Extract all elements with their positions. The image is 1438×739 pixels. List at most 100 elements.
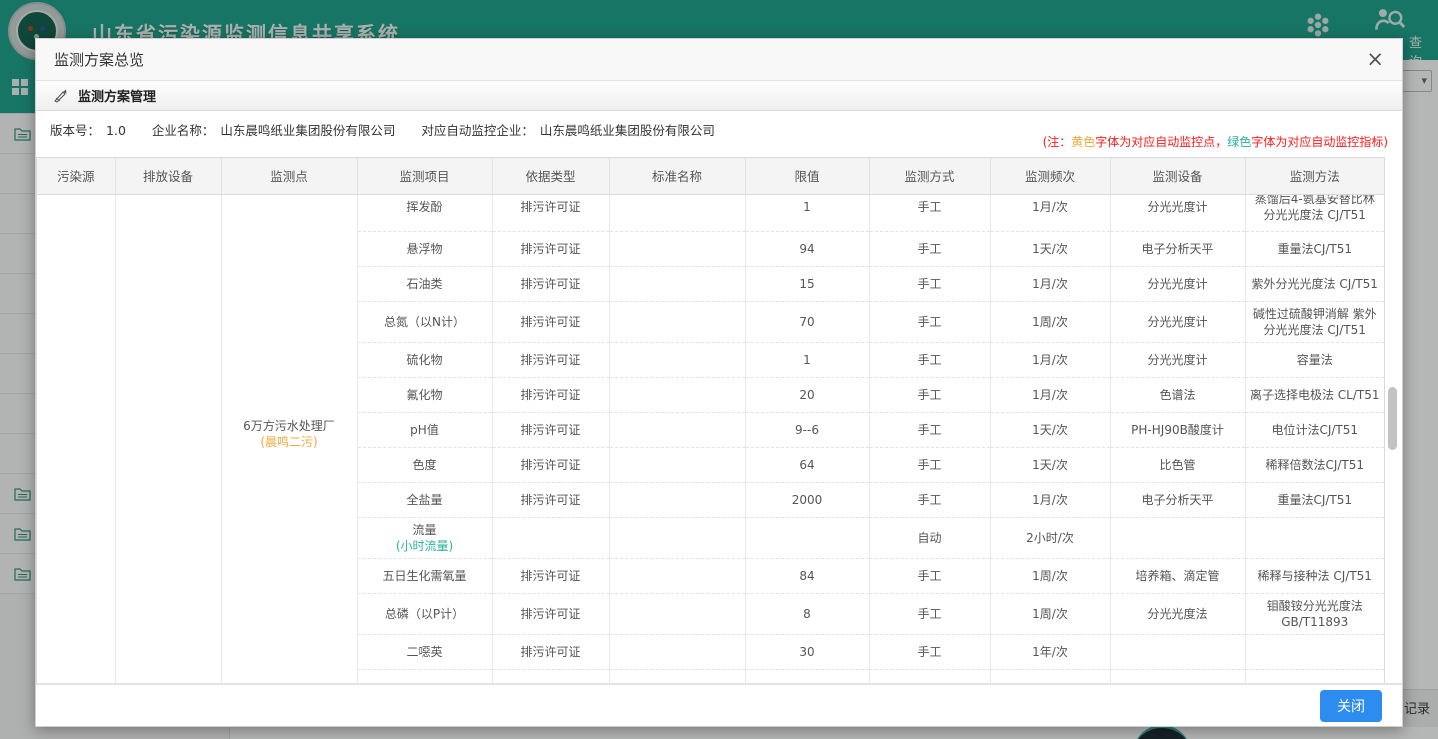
cell-pollution-source [37, 195, 115, 684]
column-header: 监测方法 [1245, 158, 1384, 194]
cell-basis: 排污许可证 [492, 413, 609, 448]
note-suffix: 字体为对应自动监控指标) [1251, 135, 1388, 149]
cell-frequency: 1月/次 [990, 343, 1110, 378]
cell-frequency: 1月/次 [990, 483, 1110, 518]
cell-limit: 70 [745, 302, 869, 343]
cell-empty [869, 670, 990, 684]
cell-standard [609, 267, 745, 302]
column-header: 依据类型 [492, 158, 609, 194]
cell-standard [609, 594, 745, 635]
info-bar: 版本号：1.0 企业名称：山东晨鸣纸业集团股份有限公司 对应自动监控企业：山东晨… [36, 111, 1402, 157]
cell-item: 色度 [357, 448, 492, 483]
cell-item: 挥发酚 [357, 195, 492, 232]
cell-device: 电子分析天平 [1110, 232, 1245, 267]
auto-company-label: 对应自动监控企业： [421, 123, 534, 138]
cell-limit: 8 [745, 594, 869, 635]
cell-item: 二噁英 [357, 635, 492, 670]
cell-standard [609, 413, 745, 448]
cell-frequency: 1月/次 [990, 378, 1110, 413]
cell-empty [357, 670, 492, 684]
cell-item: 氟化物 [357, 378, 492, 413]
section-title: 监测方案管理 [78, 86, 156, 105]
monitoring-table-body-table: 6万方污水处理厂(晨鸣二污)挥发酚排污许可证1手工1月/次分光光度计蒸馏后4-氨… [37, 195, 1384, 684]
note-prefix: (注： [1043, 135, 1072, 149]
cell-frequency: 1月/次 [990, 195, 1110, 232]
cell-empty [609, 670, 745, 684]
cell-frequency: 1周/次 [990, 559, 1110, 594]
cell-item: 总氮（以N计） [357, 302, 492, 343]
cell-mode: 手工 [869, 343, 990, 378]
cell-mode: 手工 [869, 232, 990, 267]
monitoring-plan-modal: 监测方案总览 × 监测方案管理 版本号：1.0 企业名称：山东晨鸣纸业集团股份有… [35, 38, 1403, 727]
cell-method: 重量法CJ/T51 [1245, 483, 1384, 518]
cell-limit: 64 [745, 448, 869, 483]
cell-limit: 2000 [745, 483, 869, 518]
modal-title: 监测方案总览 [54, 49, 144, 70]
version-label: 版本号： [50, 123, 100, 138]
plan-info: 版本号：1.0 企业名称：山东晨鸣纸业集团股份有限公司 对应自动监控企业：山东晨… [50, 111, 721, 157]
cell-method: 碱性过硫酸钾消解 紫外分光光度法 CJ/T51 [1245, 302, 1384, 343]
color-legend-note: (注：黄色字体为对应自动监控点，绿色字体为对应自动监控指标) [1043, 133, 1388, 157]
column-header: 标准名称 [609, 158, 745, 194]
scrollbar-thumb[interactable] [1388, 387, 1397, 450]
cell-discharge-device [115, 195, 221, 684]
monitoring-table: 污染源排放设备监测点监测项目依据类型标准名称限值监测方式监测频次监测设备监测方法… [36, 157, 1385, 687]
cell-limit: 84 [745, 559, 869, 594]
note-mid: 字体为对应自动监控点， [1095, 135, 1227, 149]
table-scrollbar [1388, 194, 1397, 685]
cell-device: PH-HJ90B酸度计 [1110, 413, 1245, 448]
cell-basis: 排污许可证 [492, 302, 609, 343]
column-header: 排放设备 [115, 158, 221, 194]
cell-monitor-point: 6万方污水处理厂(晨鸣二污) [221, 195, 357, 684]
modal-footer: 关闭 [36, 683, 1402, 726]
cell-item: 总磷（以P计） [357, 594, 492, 635]
cell-frequency: 1天/次 [990, 232, 1110, 267]
cell-item: 硫化物 [357, 343, 492, 378]
column-header: 监测点 [221, 158, 357, 194]
page: 山东省污染源监测信息共享系统 查询 [0, 0, 1438, 739]
cell-method: 容量法 [1245, 343, 1384, 378]
cell-method [1245, 518, 1384, 559]
cell-empty [492, 670, 609, 684]
cell-item: 全盐量 [357, 483, 492, 518]
cell-method: 稀释倍数法CJ/T51 [1245, 448, 1384, 483]
cell-limit: 20 [745, 378, 869, 413]
cell-standard [609, 232, 745, 267]
close-icon[interactable]: × [1366, 49, 1384, 70]
cell-standard [609, 343, 745, 378]
cell-method [1245, 635, 1384, 670]
column-header: 监测设备 [1110, 158, 1245, 194]
cell-frequency: 1天/次 [990, 448, 1110, 483]
column-header: 监测频次 [990, 158, 1110, 194]
cell-mode: 手工 [869, 448, 990, 483]
cell-standard [609, 559, 745, 594]
cell-method: 稀释与接种法 CJ/T51 [1245, 559, 1384, 594]
close-button[interactable]: 关闭 [1320, 690, 1382, 722]
cell-limit [745, 518, 869, 559]
note-yellow-word: 黄色 [1071, 135, 1095, 149]
cell-standard [609, 302, 745, 343]
modal-titlebar: 监测方案总览 × [36, 39, 1402, 81]
company-value: 山东晨鸣纸业集团股份有限公司 [220, 123, 395, 138]
column-header: 污染源 [37, 158, 115, 194]
cell-basis: 排污许可证 [492, 343, 609, 378]
monitoring-table-zone: 污染源排放设备监测点监测项目依据类型标准名称限值监测方式监测频次监测设备监测方法… [36, 157, 1404, 687]
cell-item: 流量(小时流量) [357, 518, 492, 559]
cell-basis: 排污许可证 [492, 448, 609, 483]
cell-method: 离子选择电极法 CL/T51 [1245, 378, 1384, 413]
cell-mode: 手工 [869, 302, 990, 343]
cell-device: 分光光度计 [1110, 343, 1245, 378]
cell-standard [609, 378, 745, 413]
cell-mode: 手工 [869, 267, 990, 302]
version-value: 1.0 [106, 123, 126, 138]
cell-limit: 1 [745, 195, 869, 232]
cell-device: 分光光度计 [1110, 302, 1245, 343]
cell-frequency: 1月/次 [990, 267, 1110, 302]
cell-mode: 自动 [869, 518, 990, 559]
cell-item: 五日生化需氧量 [357, 559, 492, 594]
table-scroll-area[interactable]: 6万方污水处理厂(晨鸣二污)挥发酚排污许可证1手工1月/次分光光度计蒸馏后4-氨… [37, 195, 1384, 686]
cell-basis: 排污许可证 [492, 594, 609, 635]
monitoring-table-header-row: 污染源排放设备监测点监测项目依据类型标准名称限值监测方式监测频次监测设备监测方法 [37, 158, 1384, 194]
monitoring-table-body: 6万方污水处理厂(晨鸣二污)挥发酚排污许可证1手工1月/次分光光度计蒸馏后4-氨… [37, 195, 1384, 684]
cell-standard [609, 195, 745, 232]
